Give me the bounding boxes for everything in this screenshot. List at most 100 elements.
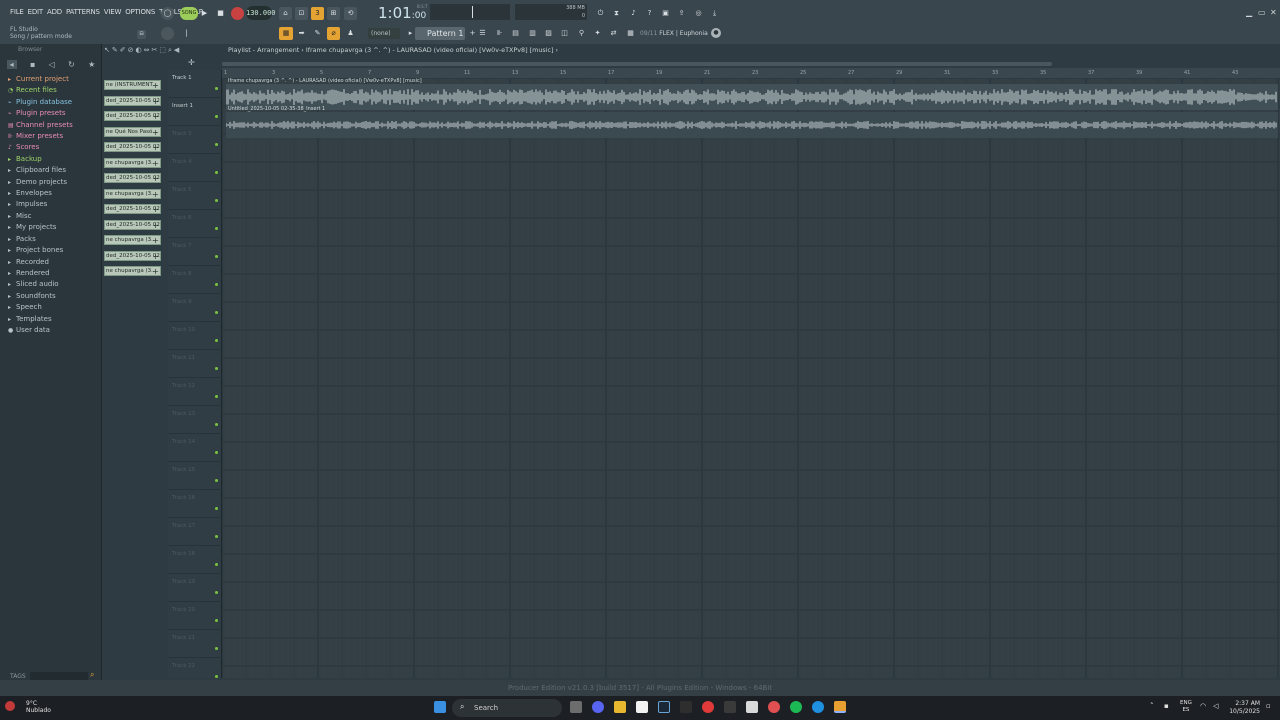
picker-clip[interactable]: ded_2025-10-05 02-... + xyxy=(104,173,161,183)
back-icon[interactable]: ◁ xyxy=(49,60,55,69)
browser-item-scores[interactable]: ♪ Scores xyxy=(8,142,73,153)
clock[interactable]: 2:37 AM 10/5/2025 xyxy=(1229,700,1260,716)
picker-clip[interactable]: ded_2025-10-05 02-... + xyxy=(104,204,161,214)
restore-icon[interactable]: ▭ xyxy=(1258,8,1266,17)
track-header[interactable]: Track 13 xyxy=(168,406,222,434)
track-mute-led[interactable] xyxy=(215,367,218,370)
track-mute-led[interactable] xyxy=(215,563,218,566)
track-mute-led[interactable] xyxy=(215,451,218,454)
browser-item-speech[interactable]: ▸ Speech xyxy=(8,302,73,313)
fl-studio-icon[interactable] xyxy=(834,701,846,713)
track-header[interactable]: Insert 1 xyxy=(168,98,222,126)
track-mute-led[interactable] xyxy=(215,423,218,426)
picker-clip[interactable]: ne chupavrga (3... + xyxy=(104,188,161,199)
add-clip-icon[interactable]: + xyxy=(152,81,159,89)
track-header[interactable]: Track 18 xyxy=(168,546,222,574)
track-header[interactable]: Track 5 xyxy=(168,182,222,210)
add-clip-icon[interactable]: + xyxy=(152,236,159,244)
hourglass-icon[interactable]: ⧗ xyxy=(610,7,623,20)
edge-icon[interactable] xyxy=(812,701,824,713)
track-header[interactable]: Track 14 xyxy=(168,434,222,462)
export-icon[interactable]: ⇪ xyxy=(675,7,688,20)
wifi-icon[interactable]: ◠ xyxy=(1200,702,1206,710)
trash-icon[interactable]: ▦ xyxy=(624,27,637,40)
track-header[interactable]: Track 12 xyxy=(168,378,222,406)
mute-tool-icon[interactable]: ◐ xyxy=(136,46,144,54)
add-clip-icon[interactable]: + xyxy=(152,174,159,182)
track-mute-led[interactable] xyxy=(215,283,218,286)
pattern-selector[interactable]: Pattern 1 xyxy=(415,27,465,40)
file-icon[interactable]: ▪ xyxy=(30,60,35,69)
help-icon[interactable]: ? xyxy=(643,7,656,20)
task-view-icon[interactable] xyxy=(570,701,582,713)
track-mute-led[interactable] xyxy=(215,395,218,398)
browser-item-templates[interactable]: ▸ Templates xyxy=(8,314,73,325)
microphone-icon[interactable]: ♪ xyxy=(627,7,640,20)
link-icon[interactable]: ⌀ xyxy=(327,27,340,40)
track-header[interactable]: Track 1 xyxy=(168,70,222,98)
browser-item-rendered[interactable]: ▸ Rendered xyxy=(8,268,73,279)
browser-item-impulses[interactable]: ▸ Impulses xyxy=(8,199,73,210)
track-header[interactable]: Track 10 xyxy=(168,322,222,350)
tray-app-icon[interactable]: ▪ xyxy=(1164,702,1169,710)
move-icon[interactable]: ✛ xyxy=(188,58,195,67)
browser-item-envelopes[interactable]: ▸ Envelopes xyxy=(8,188,73,199)
track-mute-led[interactable] xyxy=(215,479,218,482)
browser-item-misc[interactable]: ▸ Misc xyxy=(8,211,73,222)
browser-item-channel-presets[interactable]: ▤ Channel presets xyxy=(8,120,73,131)
browser-item-sliced-audio[interactable]: ▸ Sliced audio xyxy=(8,279,73,290)
track-mute-led[interactable] xyxy=(215,199,218,202)
browser-item-current-project[interactable]: ▸ Current project xyxy=(8,74,73,85)
browser-item-recorded[interactable]: ▸ Recorded xyxy=(8,257,73,268)
wait-input-icon[interactable]: ⊡ xyxy=(295,7,308,20)
track-mute-led[interactable] xyxy=(215,647,218,650)
record-app-icon[interactable] xyxy=(702,701,714,713)
track-mute-led[interactable] xyxy=(215,339,218,342)
browser-item-demo-projects[interactable]: ▸ Demo projects xyxy=(8,177,73,188)
track-header[interactable]: Track 11 xyxy=(168,350,222,378)
playlist-grid[interactable] xyxy=(222,78,1280,678)
record-button[interactable] xyxy=(231,7,244,20)
track-mute-led[interactable] xyxy=(215,619,218,622)
close-icon[interactable]: ✕ xyxy=(1270,8,1277,17)
track-mute-led[interactable] xyxy=(215,507,218,510)
store-icon[interactable] xyxy=(636,701,648,713)
browser-item-soundfonts[interactable]: ▸ Soundfonts xyxy=(8,291,73,302)
picker-clip[interactable]: ne chupavrga (3... + xyxy=(104,157,161,168)
piano-roll-icon[interactable]: ▥ xyxy=(526,27,539,40)
discord-icon[interactable] xyxy=(592,701,604,713)
language-indicator[interactable]: ENG ES xyxy=(1180,700,1192,714)
picker-clip[interactable]: ne chupavrga (3... + xyxy=(104,266,161,276)
blend-notes-icon[interactable]: ⊞ xyxy=(327,7,340,20)
notes-icon[interactable] xyxy=(746,701,758,713)
track-header[interactable]: Track 8 xyxy=(168,266,222,294)
add-clip-icon[interactable]: + xyxy=(152,252,159,260)
add-clip-icon[interactable]: + xyxy=(152,190,159,198)
weather-widget[interactable]: 9°C Nublado xyxy=(26,700,51,714)
track-mute-led[interactable] xyxy=(215,87,218,90)
paint-tool-icon[interactable]: ✐ xyxy=(120,46,128,54)
add-clip-icon[interactable]: + xyxy=(152,205,159,213)
track-mute-led[interactable] xyxy=(215,255,218,258)
playlist-icon[interactable]: ☰ xyxy=(476,27,489,40)
tempo-display[interactable]: 130.000 xyxy=(246,6,276,20)
picker-clip[interactable]: ne (INSTRUMENT... + xyxy=(104,80,161,90)
master-volume-knob[interactable] xyxy=(161,27,174,40)
delete-tool-icon[interactable]: ⊘ xyxy=(128,46,136,54)
track-header[interactable]: Track 21 xyxy=(168,630,222,658)
menu-edit[interactable]: EDIT xyxy=(26,8,45,16)
audio-clip-2[interactable] xyxy=(225,112,1278,138)
pencil-icon[interactable]: ✎ xyxy=(311,27,324,40)
speaker-icon[interactable]: ◁ xyxy=(1213,702,1218,710)
notification-icon[interactable]: ▫ xyxy=(1266,702,1271,710)
loop-record-icon[interactable]: ⟲ xyxy=(344,7,357,20)
windows-start-icon[interactable] xyxy=(434,701,446,713)
browser-item-project-bones[interactable]: ▸ Project bones xyxy=(8,245,73,256)
weather-icon[interactable] xyxy=(5,701,15,711)
add-clip-icon[interactable]: + xyxy=(152,221,159,229)
save-icon[interactable]: ▣ xyxy=(659,7,672,20)
star-icon[interactable]: ★ xyxy=(88,60,95,69)
track-header[interactable]: Track 17 xyxy=(168,518,222,546)
collapse-icon[interactable]: ◂ xyxy=(6,59,17,69)
picker-clip[interactable]: ne Qué Nos Pasó... + xyxy=(104,126,161,137)
